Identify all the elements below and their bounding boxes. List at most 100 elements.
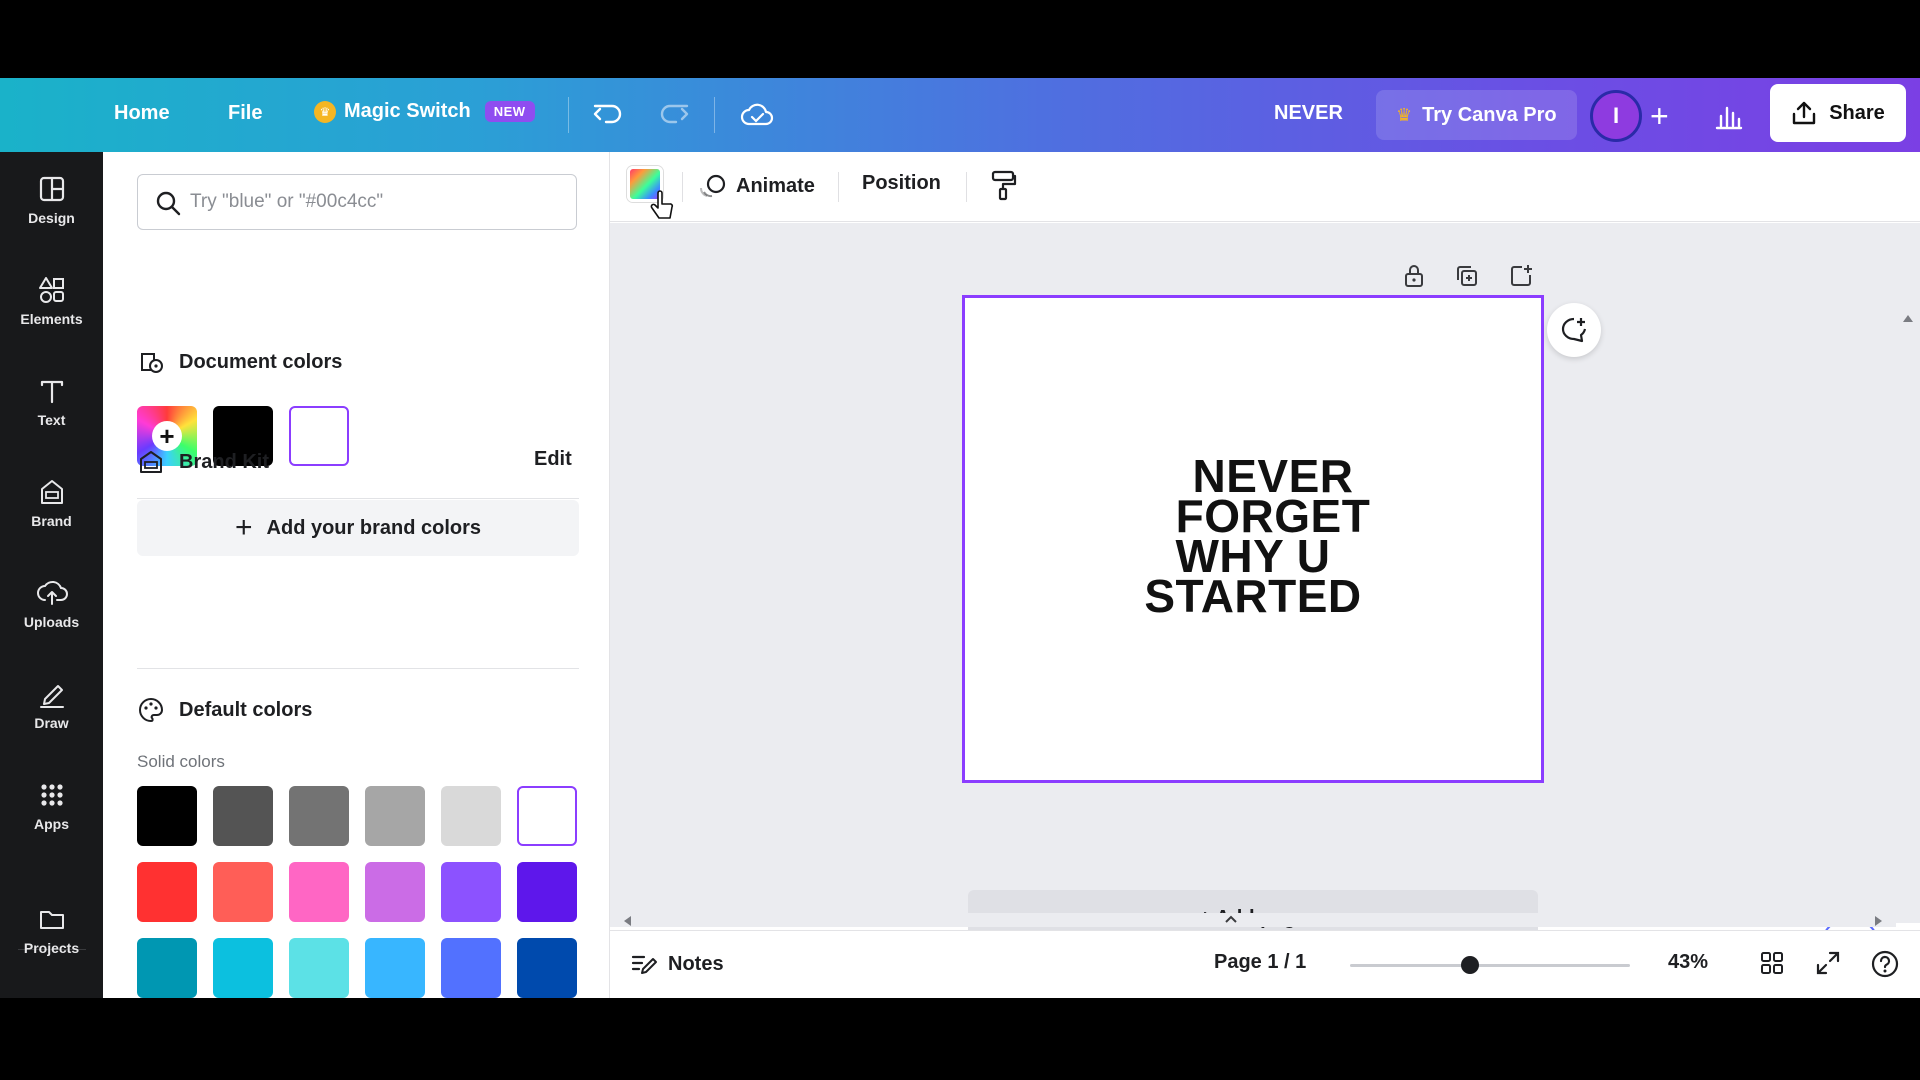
expand-icon xyxy=(1816,951,1840,975)
solid-color-swatch[interactable] xyxy=(137,862,197,922)
try-pro-label: Try Canva Pro xyxy=(1422,103,1557,126)
animate-icon xyxy=(700,174,726,198)
design-page[interactable]: NEVER FORGET WHY U STARTED xyxy=(962,295,1544,783)
solid-color-swatch[interactable] xyxy=(137,938,197,998)
solid-color-swatch[interactable] xyxy=(517,786,577,846)
home-menu[interactable]: Home xyxy=(114,102,170,125)
try-canva-pro-button[interactable]: ♛ Try Canva Pro xyxy=(1376,90,1577,140)
solid-color-swatch[interactable] xyxy=(289,862,349,922)
document-title[interactable]: NEVER xyxy=(1274,102,1343,125)
section-divider xyxy=(137,498,579,499)
color-search-input[interactable] xyxy=(190,191,550,213)
add-brand-colors-button[interactable]: + Add your brand colors xyxy=(137,500,579,556)
grid-icon xyxy=(40,784,63,806)
document-color-swatch[interactable] xyxy=(289,406,349,466)
rail-item-projects[interactable]: Projects xyxy=(0,904,103,956)
context-toolbar: Animate Position xyxy=(610,152,1920,222)
cloud-save-button[interactable] xyxy=(740,100,774,130)
invite-plus-button[interactable]: + xyxy=(1650,98,1669,135)
scroll-right-icon[interactable] xyxy=(1874,915,1884,927)
headline-text[interactable]: NEVER FORGET WHY U STARTED xyxy=(965,453,1541,619)
brand-kit-edit-link[interactable]: Edit xyxy=(534,448,572,471)
solid-color-swatch[interactable] xyxy=(213,786,273,846)
rail-label: Draw xyxy=(34,715,69,731)
rail-label: Text xyxy=(37,412,66,428)
rail-item-uploads[interactable]: Uploads xyxy=(0,578,103,630)
zoom-percent[interactable]: 43% xyxy=(1668,951,1708,974)
add-page-icon[interactable] xyxy=(1508,263,1534,289)
add-brand-colors-label: Add your brand colors xyxy=(266,516,481,539)
toolbar-divider xyxy=(682,172,683,202)
notes-button[interactable]: Notes xyxy=(630,951,724,977)
hamburger-menu-icon[interactable] xyxy=(38,103,64,125)
toolbar-divider xyxy=(838,172,839,202)
rail-item-brand[interactable]: Brand xyxy=(0,477,103,529)
solid-color-swatch[interactable] xyxy=(441,862,501,922)
solid-color-swatch[interactable] xyxy=(213,938,273,998)
solid-color-swatch[interactable] xyxy=(289,786,349,846)
share-label: Share xyxy=(1829,101,1885,124)
solid-color-swatch[interactable] xyxy=(289,938,349,998)
vertical-scrollbar[interactable] xyxy=(1896,223,1920,973)
zoom-slider[interactable] xyxy=(1350,956,1630,974)
redo-icon xyxy=(660,104,689,124)
cloud-check-icon xyxy=(740,103,774,126)
zoom-slider-handle[interactable] xyxy=(1461,956,1480,974)
solid-color-swatch[interactable] xyxy=(365,938,425,998)
shapes-icon xyxy=(38,277,64,303)
file-menu[interactable]: File xyxy=(228,102,262,125)
solid-color-swatch[interactable] xyxy=(517,938,577,998)
animate-button[interactable]: Animate xyxy=(698,172,815,200)
brand-kit-label: Brand Kit xyxy=(179,450,269,473)
duplicate-page-icon[interactable] xyxy=(1454,263,1480,289)
solid-color-swatch[interactable] xyxy=(213,862,273,922)
add-comment-button[interactable] xyxy=(1547,303,1601,357)
magic-switch-button[interactable]: ♛ Magic Switch NEW xyxy=(314,100,535,123)
lock-icon[interactable] xyxy=(1402,263,1426,289)
solid-color-swatch[interactable] xyxy=(441,938,501,998)
brand-kit-icon xyxy=(140,451,162,473)
rail-item-draw[interactable]: Draw xyxy=(0,679,103,731)
new-badge: NEW xyxy=(484,101,535,122)
rail-item-text[interactable]: Text xyxy=(0,376,103,428)
color-search[interactable] xyxy=(137,174,577,230)
toolbar-divider xyxy=(966,172,967,202)
page-indicator[interactable]: Page 1 / 1 xyxy=(1214,951,1306,974)
default-colors-heading: Default colors xyxy=(137,696,312,724)
cloud-upload-icon xyxy=(36,581,68,605)
plus-icon: + xyxy=(235,511,253,544)
help-button[interactable] xyxy=(1870,949,1900,979)
section-divider xyxy=(137,668,579,669)
horizontal-scrollbar[interactable] xyxy=(610,913,1896,927)
solid-color-swatch[interactable] xyxy=(365,862,425,922)
scroll-up-icon[interactable] xyxy=(1902,313,1914,323)
scroll-left-icon[interactable] xyxy=(622,915,632,927)
rail-label: Projects xyxy=(23,940,80,956)
copy-style-button[interactable] xyxy=(988,168,1018,202)
rail-label: Brand xyxy=(31,513,72,529)
solid-color-swatch[interactable] xyxy=(517,862,577,922)
position-button[interactable]: Position xyxy=(862,172,941,195)
chevron-up-icon[interactable] xyxy=(1224,914,1238,924)
grid-view-button[interactable] xyxy=(1758,949,1786,977)
analytics-button[interactable] xyxy=(1714,102,1744,130)
rail-item-elements[interactable]: Elements xyxy=(0,275,103,327)
document-colors-label: Document colors xyxy=(179,350,343,373)
undo-icon xyxy=(593,104,622,124)
rail-label: Apps xyxy=(34,816,69,832)
bar-chart-icon xyxy=(1715,106,1743,130)
left-rail: Design Elements Text Brand Uploads Draw … xyxy=(0,152,103,998)
document-colors-heading: Document colors xyxy=(137,348,342,376)
solid-color-swatch[interactable] xyxy=(137,786,197,846)
share-button[interactable]: Share xyxy=(1770,84,1906,142)
undo-button[interactable] xyxy=(592,100,624,130)
avatar[interactable]: I xyxy=(1590,90,1642,142)
rail-item-design[interactable]: Design xyxy=(0,174,103,226)
canvas-area: NEVER FORGET WHY U STARTED + Add page xyxy=(610,223,1896,977)
rail-item-apps[interactable]: Apps xyxy=(0,780,103,832)
redo-button[interactable] xyxy=(658,100,690,130)
topbar-divider xyxy=(714,97,715,133)
solid-color-swatch[interactable] xyxy=(441,786,501,846)
solid-color-swatch[interactable] xyxy=(365,786,425,846)
fullscreen-button[interactable] xyxy=(1814,949,1842,977)
